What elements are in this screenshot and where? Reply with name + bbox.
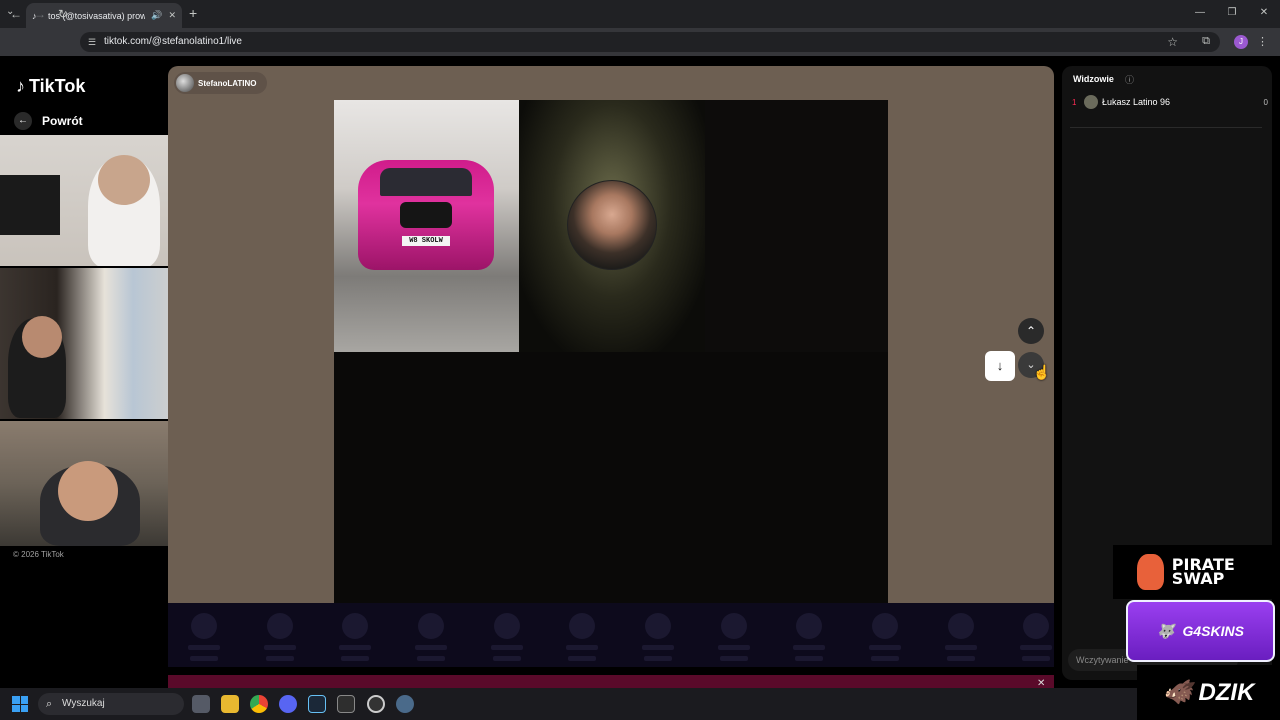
host-name: StefanoLATINO xyxy=(198,78,257,88)
license-plate: W8 SKOLW xyxy=(402,236,450,246)
discord-icon[interactable] xyxy=(279,695,297,713)
browser-menu-icon[interactable]: ⋮ xyxy=(1257,35,1268,48)
app-icon[interactable] xyxy=(337,695,355,713)
viewer-rank: 1 xyxy=(1072,97,1077,107)
grille xyxy=(400,202,452,228)
webcam-1 xyxy=(0,135,194,266)
logo-text: TikTok xyxy=(29,76,86,96)
window-controls: — ❐ ✕ xyxy=(1184,0,1280,28)
minimize-icon[interactable]: — xyxy=(1184,0,1216,28)
copyright-text: © 2026 TikTok xyxy=(13,550,64,559)
speaker-icon[interactable]: 🔊 xyxy=(151,10,162,21)
file-explorer-icon[interactable] xyxy=(221,695,239,713)
settings-gear-icon[interactable] xyxy=(396,695,414,713)
extensions-icon[interactable]: ⧉ xyxy=(1202,35,1210,48)
back-label: Powrót xyxy=(42,114,83,128)
microphone-arm xyxy=(0,175,60,235)
viewer-row[interactable]: 1 Łukasz Latino 96 0 xyxy=(1072,94,1268,110)
new-tab-icon[interactable]: + xyxy=(189,5,197,21)
dzik-overlay: 🐗 DZIK xyxy=(1137,665,1280,720)
windows-start-icon[interactable] xyxy=(12,696,28,712)
guest-avatar xyxy=(567,180,657,270)
tiktok-logo[interactable]: ♪ TikTok xyxy=(16,76,85,97)
back-arrow-icon: ← xyxy=(14,112,32,130)
pirate-swap-overlay: PIRATE SWAP xyxy=(1113,545,1280,599)
g4skins-text: G4SKINS xyxy=(1182,623,1244,639)
viewers-title: Widzowie xyxy=(1073,74,1114,84)
viewer-name: Łukasz Latino 96 xyxy=(1102,97,1171,107)
pirate-skull-icon xyxy=(1137,554,1164,590)
streamer-2-face xyxy=(22,316,62,358)
streamer-3-face xyxy=(58,461,118,521)
gift-slot[interactable] xyxy=(186,613,222,661)
host-pill[interactable]: StefanoLATINO xyxy=(174,72,267,94)
previous-live-chevron-up-icon[interactable]: ⌃ xyxy=(1018,318,1044,344)
site-info-icon[interactable]: ☰ xyxy=(88,32,96,52)
taskbar-search[interactable]: ⌕ Wyszukaj xyxy=(38,693,184,715)
back-button[interactable]: ← Powrót xyxy=(14,112,83,130)
gift-slot[interactable] xyxy=(640,613,676,661)
webcam-2 xyxy=(0,268,190,419)
tiktok-note-icon: ♪ xyxy=(16,76,25,96)
gift-slot[interactable] xyxy=(867,613,903,661)
gift-slot[interactable] xyxy=(564,613,600,661)
divider xyxy=(1070,127,1262,128)
close-tab-icon[interactable]: ✕ xyxy=(168,10,176,21)
url-text: tiktok.com/@stefanolatino1/live xyxy=(104,36,242,47)
steam-icon[interactable] xyxy=(308,695,326,713)
dzik-text: DZIK xyxy=(1198,678,1255,706)
g4skins-overlay: 🐺 G4SKINS xyxy=(1126,600,1275,662)
restore-icon[interactable]: ❐ xyxy=(1216,0,1248,28)
back-icon[interactable]: ← xyxy=(10,7,22,21)
forward-icon[interactable]: → xyxy=(34,7,46,21)
gift-slot[interactable] xyxy=(262,613,298,661)
gift-slot[interactable] xyxy=(413,613,449,661)
chrome-icon[interactable] xyxy=(250,695,268,713)
gift-slot[interactable] xyxy=(943,613,979,661)
windshield xyxy=(380,168,472,196)
profile-avatar[interactable]: J xyxy=(1234,35,1248,49)
pirate-swap-text: PIRATE SWAP xyxy=(1171,555,1235,588)
gift-slot[interactable] xyxy=(791,613,827,661)
viewer-score: 0 xyxy=(1263,97,1268,107)
promo-banner[interactable] xyxy=(168,675,1054,688)
viewer-avatar xyxy=(1084,95,1098,109)
gift-slot[interactable] xyxy=(337,613,373,661)
bookmark-star-icon[interactable]: ☆ xyxy=(1167,35,1178,49)
gift-slot[interactable] xyxy=(716,613,752,661)
obs-icon[interactable] xyxy=(367,695,385,713)
download-icon[interactable]: ↓ xyxy=(985,351,1015,381)
streamer-1-face xyxy=(98,155,150,205)
gift-slot[interactable] xyxy=(489,613,525,661)
search-placeholder: Wyszukaj xyxy=(62,698,105,709)
address-bar[interactable]: ☰ tiktok.com/@stefanolatino1/live xyxy=(80,32,1220,52)
pink-suv: W8 SKOLW xyxy=(358,160,494,270)
guest-tile-video[interactable]: W8 SKOLW xyxy=(334,100,519,352)
browser-tab[interactable]: ♪ tos (@tosivasativa) prowadz 🔊 ✕ xyxy=(26,3,182,28)
wolf-icon: 🐺 xyxy=(1157,622,1175,639)
gift-bar xyxy=(168,603,1054,667)
task-view-icon[interactable] xyxy=(192,695,210,713)
host-avatar xyxy=(176,74,194,92)
guest-tile-empty[interactable] xyxy=(705,100,888,352)
gift-slot[interactable] xyxy=(1018,613,1054,661)
help-icon[interactable]: ⓘ xyxy=(1125,73,1134,86)
close-window-icon[interactable]: ✕ xyxy=(1248,0,1280,28)
search-icon: ⌕ xyxy=(46,698,53,710)
reload-icon[interactable]: ↻ xyxy=(58,7,68,21)
boar-icon: 🐗 xyxy=(1162,679,1193,706)
mouse-cursor-icon: ☝ xyxy=(1033,364,1051,380)
